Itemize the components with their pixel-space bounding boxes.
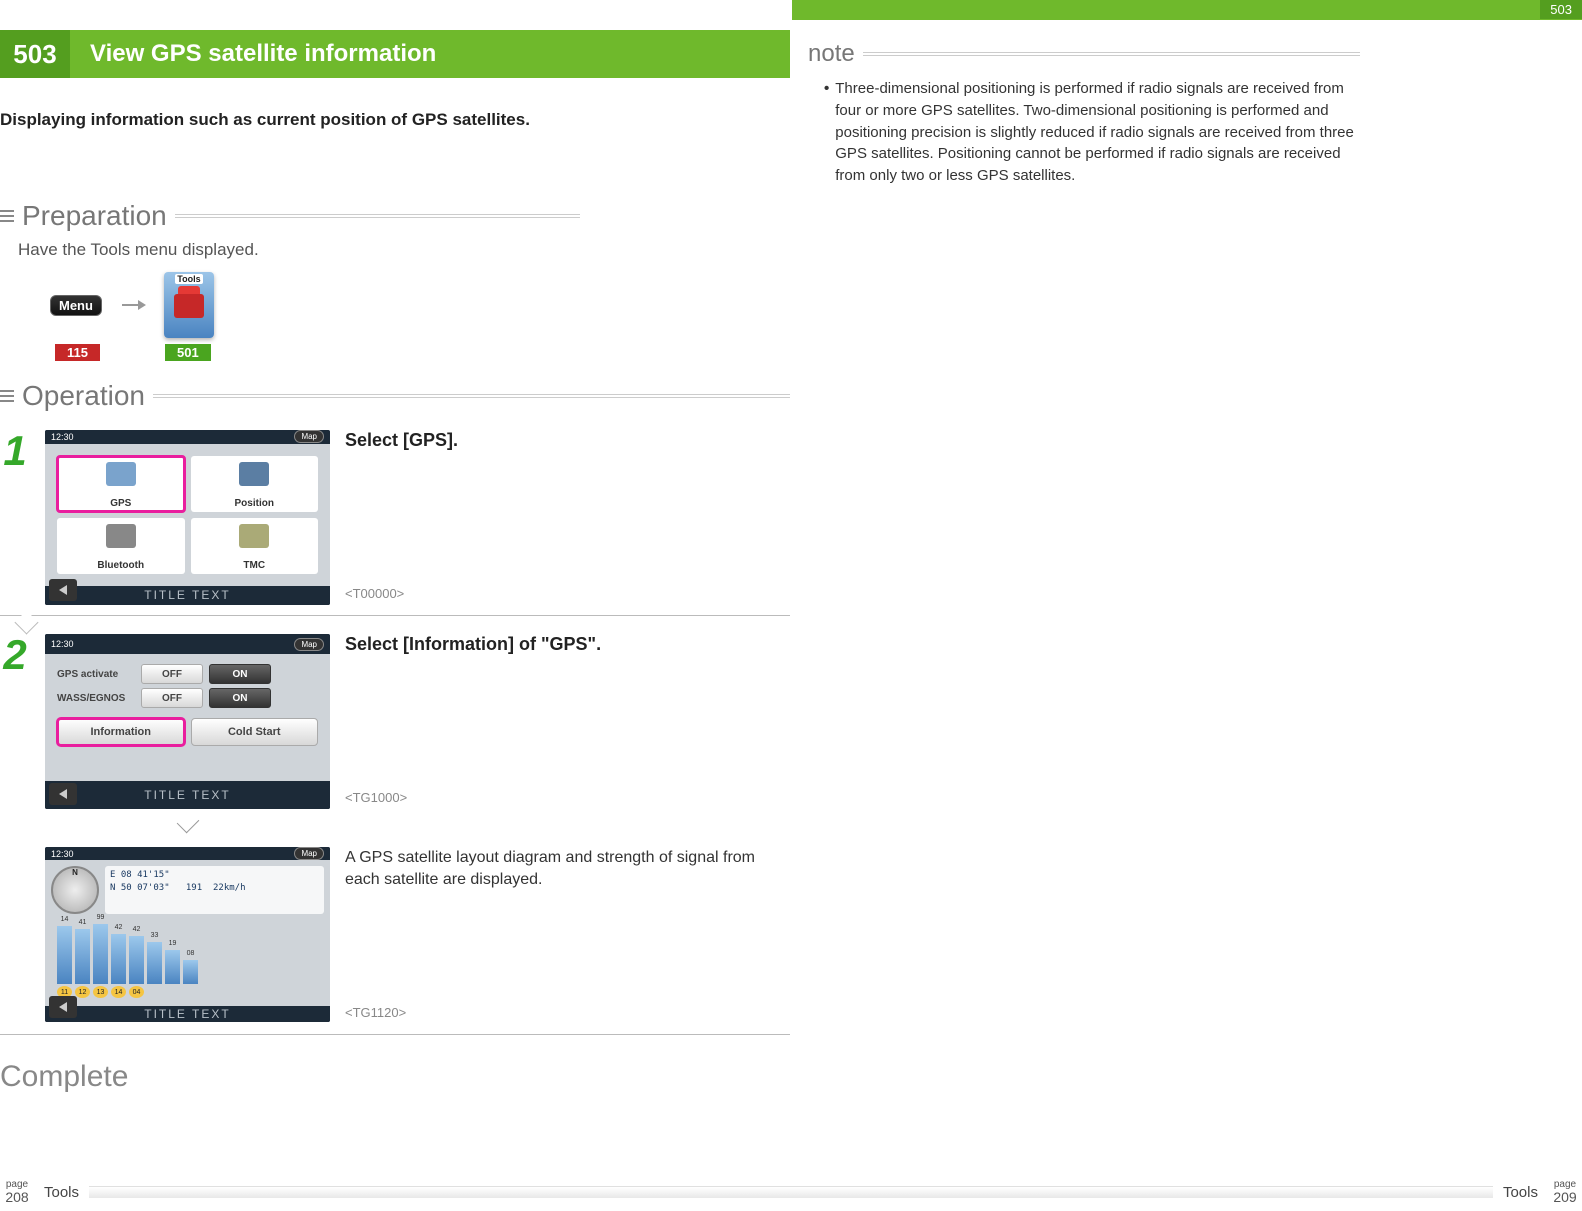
back-icon — [49, 783, 77, 805]
gps-readout: E 08 41'15" N 50 07'03" 191 22km/h — [105, 866, 324, 914]
sat-dot: 14 — [111, 986, 126, 998]
preparation-body: Have the Tools menu displayed. — [18, 240, 580, 260]
step2-instruction: Select [Information] of "GPS". — [345, 634, 790, 655]
map-pill: Map — [294, 430, 324, 443]
section-number: 503 — [0, 30, 70, 78]
hamburger-icon — [0, 390, 14, 402]
signal-bars: 14 41 99 42 42 33 19 08 — [51, 922, 324, 984]
menu-button-graphic: Menu — [50, 295, 102, 316]
step1-code: <T00000> — [345, 586, 790, 601]
end-divider — [0, 1034, 790, 1035]
back-icon — [49, 579, 77, 601]
clock-text: 12:30 — [51, 849, 74, 859]
on-pill: ON — [209, 688, 271, 708]
note-section: note • Three-dimensional positioning is … — [800, 40, 1360, 187]
step-2: 2 12:30 Map GPS activate OFF ON WASS/EGNOS… — [0, 634, 790, 809]
satellite-dots: 11 12 13 14 04 — [51, 984, 324, 1000]
step-number: 2 — [0, 634, 30, 809]
bullet-icon: • — [824, 78, 829, 187]
tile-tmc: TMC — [191, 518, 319, 574]
step-number-empty — [0, 847, 30, 1022]
title-text-label: TITLE TEXT — [144, 1007, 230, 1021]
preparation-section: Preparation Have the Tools menu displaye… — [0, 200, 580, 361]
step2-code: <TG1000> — [345, 790, 790, 805]
operation-heading: Operation — [0, 380, 790, 412]
information-button: Information — [57, 718, 185, 746]
position-icon — [239, 462, 269, 486]
tile-position: Position — [191, 456, 319, 512]
sat-dot: 12 — [75, 986, 90, 998]
complete-label: Complete — [0, 1060, 128, 1094]
back-icon — [49, 996, 77, 1018]
row-wass: WASS/EGNOS — [57, 693, 135, 704]
heading-rule — [153, 394, 790, 398]
cold-start-button: Cold Start — [191, 718, 319, 746]
sat-dot: 04 — [129, 986, 144, 998]
map-pill: Map — [294, 638, 324, 651]
sat-dot: 13 — [93, 986, 108, 998]
tools-card-graphic: Tools — [164, 272, 214, 338]
section-tab-right: 503 — [1540, 0, 1582, 19]
step-1: 1 12:30 Map GPS Position Bluetooth TMC T… — [0, 430, 790, 605]
step1-instruction: Select [GPS]. — [345, 430, 790, 451]
arrow-right-icon — [122, 298, 144, 312]
note-body: • Three-dimensional positioning is perfo… — [824, 78, 1360, 187]
title-bar: 503 View GPS satellite information — [0, 30, 790, 78]
note-heading: note — [800, 40, 1360, 68]
compass-icon — [51, 866, 99, 914]
preparation-label: Preparation — [22, 200, 167, 232]
note-text: Three-dimensional positioning is perform… — [835, 78, 1360, 187]
tile-gps: GPS — [57, 456, 185, 512]
page-title: View GPS satellite information — [90, 40, 436, 68]
title-text-label: TITLE TEXT — [144, 788, 230, 802]
heading-rule — [175, 214, 580, 218]
step-number: 1 — [0, 430, 30, 605]
clock-text: 12:30 — [51, 639, 74, 649]
result-description: A GPS satellite layout diagram and stren… — [345, 847, 790, 890]
top-green-bar — [792, 0, 1582, 20]
gps-icon — [106, 462, 136, 486]
ref-badge-menu: 115 — [55, 344, 100, 361]
right-page-number: page209 — [1548, 1180, 1582, 1204]
chapter-label-left: Tools — [44, 1184, 79, 1201]
step-result: 12:30 Map E 08 41'15" N 50 07'03" 191 22… — [0, 847, 790, 1022]
title-text-label: TITLE TEXT — [144, 588, 230, 602]
intro-text: Displaying information such as current p… — [0, 110, 530, 130]
note-label: note — [808, 40, 855, 68]
footer-bar — [89, 1186, 1493, 1198]
tools-card-label: Tools — [175, 274, 202, 284]
footer: page208 Tools Tools page209 — [0, 1179, 1582, 1205]
step1-screenshot: 12:30 Map GPS Position Bluetooth TMC TIT… — [45, 430, 330, 605]
chapter-label-right: Tools — [1503, 1184, 1538, 1201]
clock-text: 12:30 — [51, 432, 74, 442]
result-screenshot: 12:30 Map E 08 41'15" N 50 07'03" 191 22… — [45, 847, 330, 1022]
preparation-heading: Preparation — [0, 200, 580, 232]
left-page-number: page208 — [0, 1180, 34, 1204]
toolbox-icon — [174, 294, 204, 318]
heading-rule — [863, 52, 1360, 56]
hamburger-icon — [0, 210, 14, 222]
map-pill: Map — [294, 847, 324, 860]
ref-badge-tools: 501 — [165, 344, 211, 361]
tile-bluetooth: Bluetooth — [57, 518, 185, 574]
operation-label: Operation — [22, 380, 145, 412]
operation-section: Operation 1 12:30 Map GPS Position Bluet… — [0, 380, 790, 1035]
arrow-down-icon — [176, 811, 199, 834]
row-gps-activate: GPS activate — [57, 669, 135, 680]
step2-screenshot: 12:30 Map GPS activate OFF ON WASS/EGNOS OF… — [45, 634, 330, 809]
off-pill: OFF — [141, 688, 203, 708]
bluetooth-icon — [106, 524, 136, 548]
off-pill: OFF — [141, 664, 203, 684]
on-pill: ON — [209, 664, 271, 684]
result-code: <TG1120> — [345, 1005, 790, 1020]
tmc-icon — [239, 524, 269, 548]
step-divider — [0, 615, 790, 616]
